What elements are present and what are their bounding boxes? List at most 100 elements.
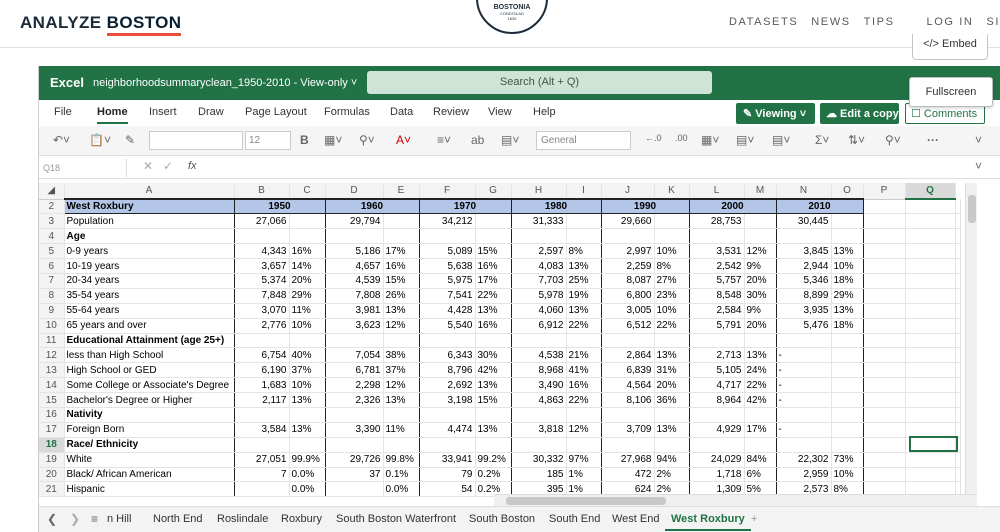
cell[interactable]	[419, 407, 476, 423]
cell[interactable]	[955, 333, 961, 349]
cell[interactable]: 10%	[654, 303, 690, 319]
horizontal-scrollbar[interactable]	[494, 494, 977, 506]
cell[interactable]: 8,106	[601, 392, 655, 408]
sheet-tab[interactable]: n Hill	[107, 513, 131, 525]
cell[interactable]	[831, 437, 864, 453]
row-header-13[interactable]: 13	[39, 362, 65, 379]
cell[interactable]	[863, 377, 906, 394]
column-header-j[interactable]: J	[601, 183, 655, 200]
cell[interactable]: 16%	[289, 243, 326, 260]
tab-data[interactable]: Data	[390, 106, 413, 118]
cell[interactable]: 26%	[383, 288, 420, 304]
cell[interactable]: 3,818	[511, 422, 567, 438]
cell[interactable]	[863, 392, 906, 408]
cell[interactable]: 29%	[831, 288, 864, 304]
viewing-mode-button[interactable]: ✎ Viewing ˅	[736, 103, 815, 124]
row-header-2[interactable]: 2	[39, 199, 65, 215]
cell[interactable]	[905, 243, 956, 260]
cell[interactable]: 16%	[566, 377, 602, 394]
cell-a14[interactable]: Some College or Associate's Degree	[63, 377, 235, 394]
cell[interactable]	[863, 199, 906, 215]
cell[interactable]	[744, 213, 777, 230]
cell[interactable]	[776, 437, 832, 453]
undo-icon[interactable]: ↶˅	[53, 133, 70, 147]
cell[interactable]	[831, 407, 864, 423]
sheet-tab[interactable]: South End	[549, 513, 600, 525]
cell[interactable]: 2,944	[776, 258, 832, 274]
tab-draw[interactable]: Draw	[198, 106, 224, 118]
cell[interactable]	[475, 228, 512, 245]
cell[interactable]	[863, 467, 906, 483]
cell[interactable]: 5,540	[419, 318, 476, 334]
cell[interactable]	[383, 333, 420, 349]
cell[interactable]	[511, 407, 567, 423]
cell[interactable]: 6,781	[325, 362, 384, 379]
format-painter-icon[interactable]: ✎	[125, 133, 135, 147]
cell[interactable]	[831, 362, 864, 379]
cell[interactable]: 8%	[654, 258, 690, 274]
cell[interactable]: 3,390	[325, 422, 384, 438]
cell[interactable]	[383, 407, 420, 423]
row-header-19[interactable]: 19	[39, 452, 65, 468]
vertical-scrollbar[interactable]	[965, 183, 977, 508]
cell[interactable]: 13%	[475, 303, 512, 319]
cell[interactable]: 8,899	[776, 288, 832, 304]
cell[interactable]: 79	[419, 467, 476, 483]
cell[interactable]: 29%	[289, 288, 326, 304]
number-format-select[interactable]: General	[536, 131, 631, 150]
cell[interactable]: 3,490	[511, 377, 567, 394]
cell[interactable]: 2%	[654, 467, 690, 483]
cell[interactable]: 5,791	[689, 318, 745, 334]
cell[interactable]: 16%	[475, 258, 512, 274]
row-header-10[interactable]: 10	[39, 318, 65, 334]
fill-color-icon[interactable]: ⚲˅	[359, 133, 375, 147]
cell[interactable]	[863, 228, 906, 245]
row-header-16[interactable]: 16	[39, 407, 65, 423]
cell[interactable]	[905, 467, 956, 483]
cell[interactable]: 24%	[744, 362, 777, 379]
row-header-6[interactable]: 6	[39, 258, 65, 274]
cell[interactable]: 11%	[383, 422, 420, 438]
cell[interactable]	[601, 333, 655, 349]
cell[interactable]	[289, 213, 326, 230]
cell[interactable]	[955, 273, 961, 289]
cell[interactable]: 20%	[744, 273, 777, 289]
column-header-a[interactable]: A	[64, 183, 235, 200]
cell[interactable]: -	[776, 362, 832, 379]
cell[interactable]: 20%	[744, 318, 777, 334]
name-box[interactable]: Q18	[39, 159, 127, 177]
cell[interactable]: 42%	[744, 392, 777, 408]
chevron-down-icon[interactable]: ˅	[975, 133, 982, 147]
cell[interactable]: 19%	[566, 288, 602, 304]
cell[interactable]	[863, 303, 906, 319]
cell[interactable]	[905, 347, 956, 364]
cell-a16[interactable]: Nativity	[63, 407, 235, 423]
edit-copy-button[interactable]: ☁ Edit a copy	[820, 103, 899, 124]
cell[interactable]: 30%	[744, 288, 777, 304]
format-table-icon[interactable]: ▤˅	[772, 133, 790, 147]
cell[interactable]: 3,005	[601, 303, 655, 319]
cell[interactable]: 22%	[475, 288, 512, 304]
row-header-5[interactable]: 5	[39, 243, 65, 260]
cell[interactable]	[234, 228, 290, 245]
cell-a11[interactable]: Educational Attainment (age 25+)	[63, 333, 235, 349]
cell[interactable]: 41%	[566, 362, 602, 379]
cell[interactable]: 7,808	[325, 288, 384, 304]
cell[interactable]: 13%	[289, 422, 326, 438]
column-header-m[interactable]: M	[744, 183, 777, 200]
search-box[interactable]: Search (Alt + Q)	[367, 71, 712, 94]
cell[interactable]: 20%	[289, 273, 326, 289]
tab-view[interactable]: View	[488, 106, 512, 118]
cell[interactable]	[905, 377, 956, 394]
cell[interactable]	[905, 273, 956, 289]
site-logo[interactable]: ANALYZE BOSTON	[20, 13, 182, 36]
cell-a20[interactable]: Black/ African American	[63, 467, 235, 483]
cell[interactable]: 54	[419, 481, 476, 498]
cell[interactable]: 15%	[383, 273, 420, 289]
cell-a9[interactable]: 55-64 years	[63, 303, 235, 319]
cell[interactable]	[831, 392, 864, 408]
tab-file[interactable]: File	[54, 106, 72, 118]
cell[interactable]	[325, 407, 384, 423]
cell[interactable]: 2,997	[601, 243, 655, 260]
tab-insert[interactable]: Insert	[149, 106, 177, 118]
